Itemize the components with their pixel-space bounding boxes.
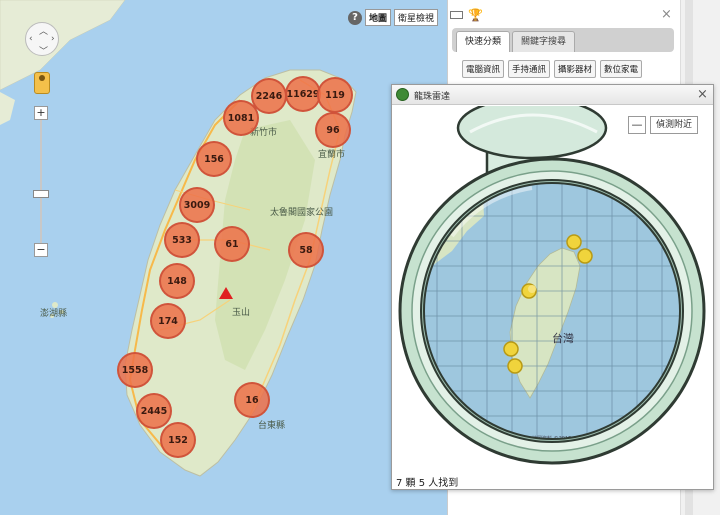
- label-park: 太魯閣國家公園: [270, 208, 334, 218]
- category-button[interactable]: 數位家電: [600, 60, 643, 78]
- cluster-marker[interactable]: 148: [159, 263, 195, 299]
- map-type-map-button[interactable]: 地圖: [365, 9, 392, 26]
- street-view-pegman-icon[interactable]: [34, 72, 50, 94]
- tab-quick-category[interactable]: 快速分類: [456, 31, 511, 52]
- app-root: 太魯閣國家公園 玉山 澎湖縣 新竹市 宜蘭市 台東縣 2246 11629 11…: [0, 0, 720, 515]
- dragonball-highlight: [528, 285, 536, 293]
- radar-minimize-button[interactable]: —: [628, 116, 646, 134]
- tab-bar: 快速分類 關鍵字搜尋: [452, 28, 674, 52]
- dragonball-icon[interactable]: [566, 234, 582, 250]
- pan-right-icon[interactable]: ›: [51, 34, 55, 44]
- label-taitung: 台東縣: [258, 421, 286, 431]
- dragon-radar-logo-icon: [396, 88, 409, 101]
- cluster-marker[interactable]: 16: [234, 382, 270, 418]
- dragonball-icon[interactable]: [577, 248, 593, 264]
- dragonball-icon[interactable]: [503, 341, 519, 357]
- cluster-marker[interactable]: 1558: [117, 352, 153, 388]
- cluster-marker[interactable]: 11629: [285, 76, 321, 112]
- close-icon[interactable]: ×: [661, 7, 672, 22]
- radar-close-icon[interactable]: ×: [697, 87, 708, 102]
- category-button[interactable]: 電腦資訊: [462, 60, 505, 78]
- trophy-icon[interactable]: 🏆: [468, 8, 483, 22]
- category-buttons: 電腦資訊 手持通訊 攝影器材 數位家電: [462, 60, 643, 78]
- radar-status-text: 7 顆 5 人找到: [396, 478, 459, 489]
- cluster-marker[interactable]: 3009: [179, 187, 215, 223]
- category-button[interactable]: 手持通訊: [508, 60, 551, 78]
- zoom-slider-track[interactable]: [40, 114, 42, 248]
- label-jade: 玉山: [232, 308, 251, 318]
- cluster-marker[interactable]: 119: [317, 77, 353, 113]
- map-type-control: ? 地圖 衛星檢視: [348, 9, 439, 26]
- cluster-marker[interactable]: 61: [214, 226, 250, 262]
- pan-left-icon[interactable]: ‹: [29, 34, 33, 44]
- radar-body: 台灣 地圖資料 ©2015 Google — 偵測附近: [392, 106, 713, 468]
- zoom-out-button[interactable]: −: [34, 243, 48, 257]
- panel-header: 🏆 ×: [448, 6, 681, 24]
- dragonball-icon[interactable]: [507, 358, 523, 374]
- map-view[interactable]: 太魯閣國家公園 玉山 澎湖縣 新竹市 宜蘭市 台東縣 2246 11629 11…: [0, 0, 447, 515]
- dragon-radar-window: 龍珠雷達 × 台灣 — 偵測附近 7 顆 5 人找到: [391, 84, 714, 490]
- radar-detect-nearby-button[interactable]: 偵測附近: [650, 116, 699, 134]
- label-penghu: 澎湖縣: [40, 309, 68, 319]
- dragon-radar-device: 台灣 地圖資料 ©2015 Google: [398, 106, 706, 465]
- cluster-marker[interactable]: 156: [196, 141, 232, 177]
- help-icon[interactable]: ?: [348, 10, 362, 25]
- cluster-marker[interactable]: 2445: [136, 393, 172, 429]
- window-icon[interactable]: [450, 11, 463, 19]
- radar-map-label: 台灣: [552, 331, 574, 345]
- tab-keyword-search[interactable]: 關鍵字搜尋: [512, 31, 576, 52]
- cluster-marker[interactable]: 1081: [223, 100, 259, 136]
- radar-title-bar[interactable]: 龍珠雷達 ×: [392, 85, 713, 105]
- zoom-in-button[interactable]: +: [34, 106, 48, 120]
- zoom-slider-handle[interactable]: [33, 190, 49, 198]
- cluster-marker[interactable]: 96: [315, 112, 351, 148]
- pan-control[interactable]: ︿ ﹀ ‹ ›: [25, 22, 59, 57]
- pan-down-icon[interactable]: ﹀: [39, 44, 48, 57]
- cluster-marker[interactable]: 533: [164, 222, 200, 258]
- cluster-marker[interactable]: 58: [288, 232, 324, 268]
- location-marker-icon[interactable]: [219, 287, 233, 299]
- cluster-marker[interactable]: 152: [160, 422, 196, 458]
- map-type-satellite-button[interactable]: 衛星檢視: [394, 9, 439, 26]
- cluster-marker[interactable]: 174: [150, 303, 186, 339]
- label-yilan: 宜蘭市: [318, 150, 346, 160]
- radar-title: 龍珠雷達: [414, 92, 451, 102]
- pan-up-icon[interactable]: ︿: [39, 24, 48, 37]
- category-button[interactable]: 攝影器材: [554, 60, 597, 78]
